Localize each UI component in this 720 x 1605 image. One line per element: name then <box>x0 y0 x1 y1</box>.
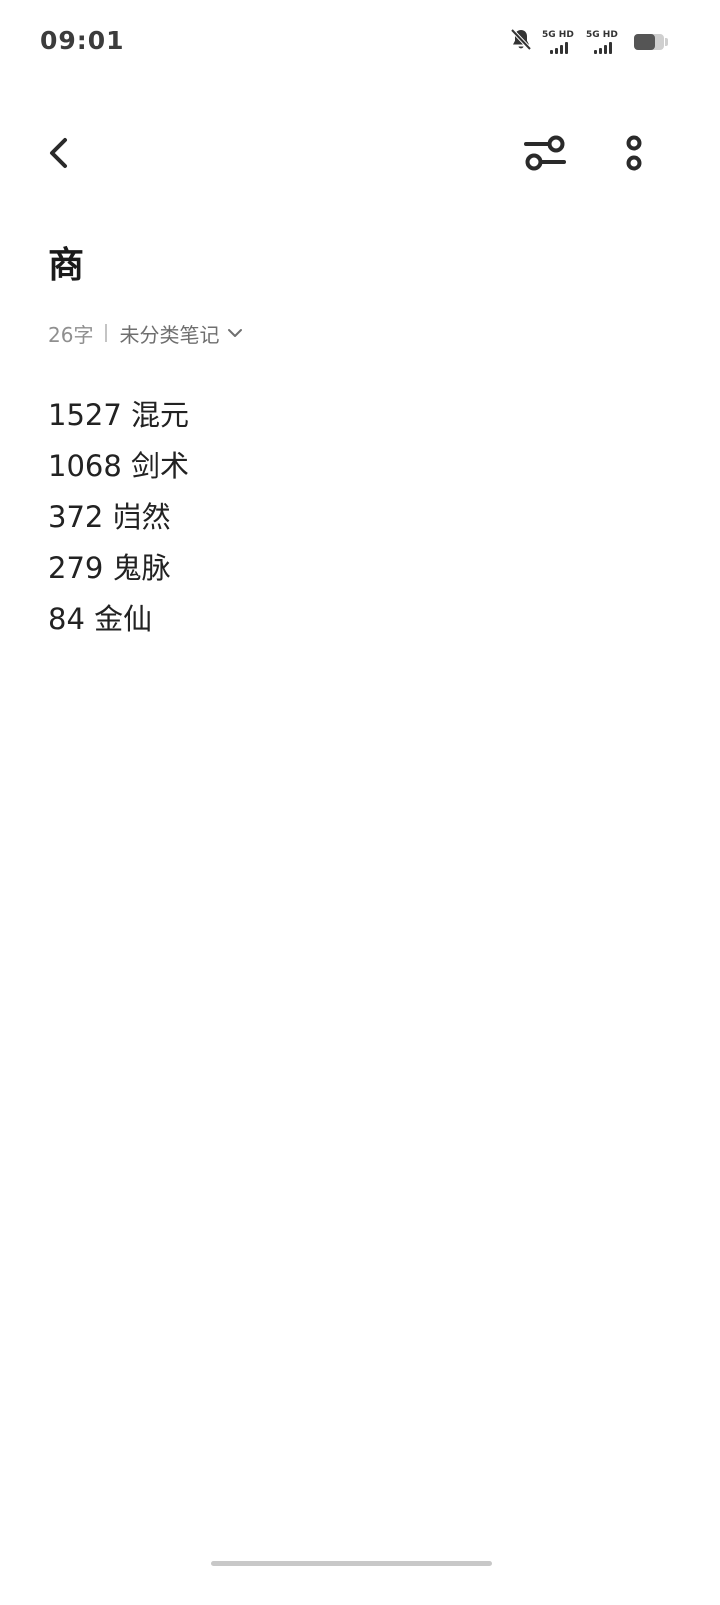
note-line: 1527 混元 <box>48 398 190 432</box>
note-line: 372 岿然 <box>48 500 171 534</box>
note-body[interactable]: 1527 混元 1068 剑术 372 岿然 279 鬼脉 84 金仙 <box>48 390 672 645</box>
sliders-icon <box>524 135 566 171</box>
word-count: 26字 <box>48 322 94 347</box>
category-label: 未分类笔记 <box>119 322 220 347</box>
chevron-down-icon <box>228 329 243 337</box>
adjust-button[interactable] <box>510 118 580 188</box>
status-bar: 09:01 5G HD 5G HD <box>0 0 720 84</box>
sim2-label: 5G HD <box>586 30 618 40</box>
chevron-left-icon <box>50 138 67 168</box>
meta-divider <box>105 324 108 342</box>
more-vertical-icon <box>626 135 642 171</box>
battery-icon <box>634 34 668 50</box>
note-content: 商 26字 未分类笔记 1527 混元 1068 剑术 372 岿然 279 鬼… <box>48 240 672 645</box>
signal-5g-icon: 5G HD <box>542 30 576 54</box>
note-meta: 26字 未分类笔记 <box>48 318 672 348</box>
note-line: 1068 剑术 <box>48 449 190 483</box>
bell-off-icon <box>510 28 532 56</box>
note-title[interactable]: 商 <box>48 240 672 292</box>
note-line: 279 鬼脉 <box>48 551 171 585</box>
note-toolbar <box>0 118 720 188</box>
note-line: 84 金仙 <box>48 602 153 636</box>
category-selector[interactable]: 未分类笔记 <box>119 319 243 348</box>
status-icons: 5G HD 5G HD <box>510 28 668 56</box>
back-button[interactable] <box>24 118 94 188</box>
status-time: 09:01 <box>40 26 125 55</box>
more-button[interactable] <box>599 118 669 188</box>
sim1-label: 5G HD <box>542 30 574 40</box>
signal-5g-icon: 5G HD <box>586 30 620 54</box>
home-indicator[interactable] <box>211 1561 492 1566</box>
battery-level <box>634 34 655 50</box>
